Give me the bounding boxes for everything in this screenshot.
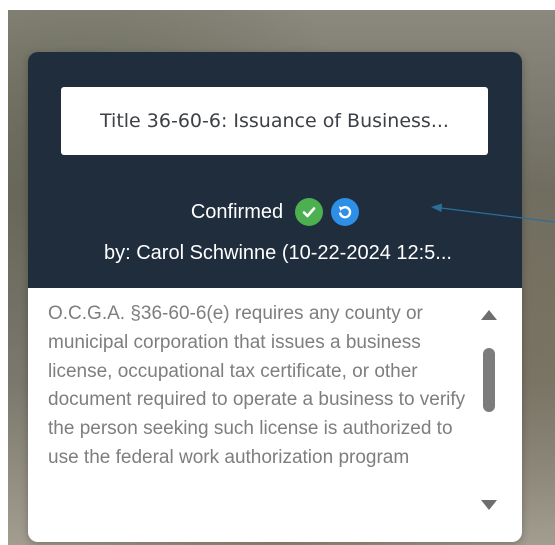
rule-description: O.C.G.A. §36-60-6(e) requires any county… [48,303,466,468]
screenshot-border-top [0,0,555,10]
undo-icon[interactable] [331,198,360,226]
status-row: Confirmed [28,196,522,228]
confirmed-by-text: by: Carol Schwinne (10-22-2024 12:5... [104,242,452,264]
card-header: Title 36-60-6: Issuance of Business... C… [28,52,522,288]
scroll-down-arrow-icon[interactable] [481,500,497,510]
scroll-up-arrow-icon[interactable] [481,310,497,320]
card-title: Title 36-60-6: Issuance of Business... [100,110,449,132]
vertical-scrollbar[interactable] [478,310,500,510]
status-label: Confirmed [190,200,284,223]
screenshot-border-left [0,0,8,545]
card-body: O.C.G.A. §36-60-6(e) requires any county… [28,288,522,542]
check-circle-icon[interactable] [295,198,324,226]
scroll-thumb[interactable] [483,348,495,412]
rule-card: Title 36-60-6: Issuance of Business... C… [28,52,522,542]
title-box[interactable]: Title 36-60-6: Issuance of Business... [61,87,488,155]
